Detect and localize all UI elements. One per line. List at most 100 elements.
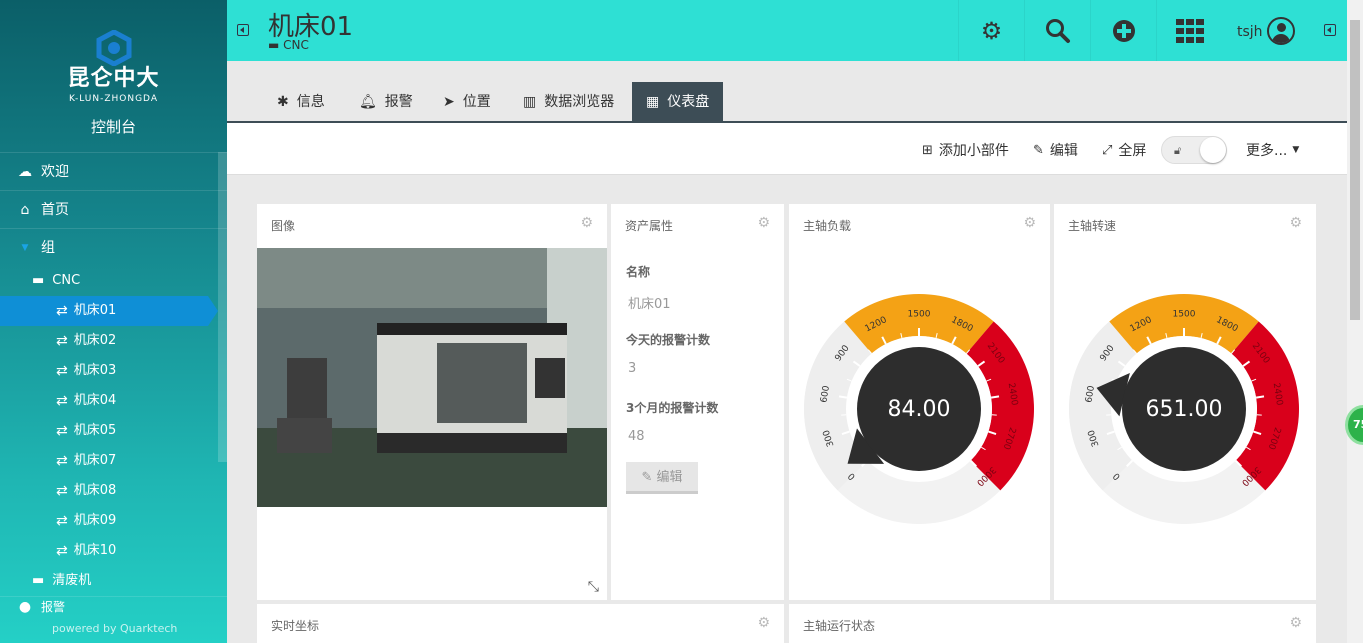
collapse-sidebar-icon[interactable] xyxy=(237,24,249,36)
exchange-icon: ⇄ xyxy=(56,513,68,529)
sidebar-item-machine-08[interactable]: ⇄ 机床08 xyxy=(0,476,227,506)
widget-spindle-speed: 主轴转速 ⚙ 0 300 600 900 1200 1500 1800 2100 2400 270… xyxy=(1054,204,1316,600)
spindle-speed-gauge: 0300600900120015001800210024002700300065… xyxy=(1069,294,1299,524)
tab-data-browser[interactable]: ▥ 数据浏览器 xyxy=(509,82,628,122)
sidebar-item-label: 机床03 xyxy=(73,363,117,378)
page-scrollbar[interactable] xyxy=(1347,0,1363,643)
scrollbar-thumb[interactable] xyxy=(1350,20,1360,320)
caret-down-icon: ▼ xyxy=(21,242,29,253)
widget-attributes: 资产属性 ⚙ 名称 机床01 今天的报警计数 3 3个月的报警计数 48 ✎ 编… xyxy=(611,204,784,600)
attr-name-label: 名称 xyxy=(626,265,651,279)
widget-image: 图像 ⚙ ⤡ xyxy=(257,204,607,600)
add-widget-button[interactable]: ⊞ 添加小部件 xyxy=(922,140,1009,160)
gear-icon[interactable]: ⚙ xyxy=(1289,215,1302,231)
sidebar-item-label: 机床04 xyxy=(73,393,117,408)
tab-alarm[interactable]: 🔔︎ 报警 xyxy=(345,82,427,122)
bar-chart-icon: ▥ xyxy=(523,94,537,110)
bell-icon: ● xyxy=(18,598,32,615)
edit-button[interactable]: ✎ 编辑 xyxy=(1033,140,1078,160)
more-dropdown[interactable]: 更多... ▼ xyxy=(1246,140,1299,160)
toolbar-label: 编辑 xyxy=(1049,143,1078,159)
gear-icon[interactable]: ⚙ xyxy=(757,615,770,631)
dashboard-toolbar: ⊞ 添加小部件 ✎ 编辑 ⤢ 全屏 🔓︎ 更多... ▼ xyxy=(227,123,1347,175)
widget-spindle-status: 主轴运行状态 ⚙ xyxy=(789,604,1316,643)
sidebar-item-label: 机床01 xyxy=(73,303,117,318)
logo[interactable]: 昆仑中大 K-LUN-ZHONGDA 控制台 xyxy=(0,0,227,152)
grid-icon: ▦ xyxy=(646,94,660,110)
exchange-icon: ⇄ xyxy=(56,363,68,379)
sidebar-item-label: 机床09 xyxy=(73,513,117,528)
user-name[interactable]: tsjh xyxy=(1237,24,1263,40)
sidebar-item-machine-03[interactable]: ⇄ 机床03 xyxy=(0,356,227,386)
search-icon xyxy=(1045,18,1070,43)
logo-text: 昆仑中大 xyxy=(67,66,160,91)
machine-photo xyxy=(257,248,607,507)
attr-alarm-today-label: 今天的报警计数 xyxy=(626,333,711,347)
location-arrow-icon: ➤ xyxy=(443,94,455,110)
sidebar-item-machine-09[interactable]: ⇄ 机床09 xyxy=(0,506,227,536)
settings-button[interactable]: ⚙ xyxy=(958,0,1024,61)
attr-alarm-3m-label: 3个月的报警计数 xyxy=(626,401,719,415)
resize-icon[interactable]: ⤡ xyxy=(588,579,599,595)
avatar-icon[interactable] xyxy=(1267,17,1295,45)
sidebar-item-label: 机床02 xyxy=(73,333,117,348)
sidebar: 昆仑中大 K-LUN-ZHONGDA 控制台 ☁ 欢迎 ⌂ 首页 ▼ 组 ▬ C… xyxy=(0,0,227,643)
sidebar-scrollbar[interactable] xyxy=(218,152,227,462)
plus-square-icon: ⊞ xyxy=(922,142,933,158)
fullscreen-button[interactable]: ⤢ 全屏 xyxy=(1102,140,1146,160)
sidebar-item-machine-07[interactable]: ⇄ 机床07 xyxy=(0,446,227,476)
tab-label: 报警 xyxy=(384,94,413,110)
sidebar-item-home[interactable]: ⌂ 首页 xyxy=(0,190,227,228)
breadcrumb-label: CNC xyxy=(283,38,309,52)
exchange-icon: ⇄ xyxy=(56,393,68,409)
widget-title: 主轴转速 xyxy=(1068,219,1117,233)
tab-location[interactable]: ➤ 位置 xyxy=(429,82,505,122)
folder-icon: ▬ xyxy=(268,38,280,52)
sidebar-item-machine-01[interactable]: ⇄ 机床01 xyxy=(0,296,218,326)
logo-subtext: K-LUN-ZHONGDA xyxy=(69,94,158,104)
gauge-tick xyxy=(1255,395,1265,399)
exchange-icon: ⇄ xyxy=(56,543,68,559)
sidebar-folder-cnc[interactable]: ▬ CNC xyxy=(0,266,227,296)
sidebar-item-label: 首页 xyxy=(41,201,69,218)
gear-icon[interactable]: ⚙ xyxy=(1289,615,1302,631)
cloud-icon: ☁ xyxy=(18,163,32,180)
folder-icon: ▬ xyxy=(32,573,45,588)
sidebar-item-label: 组 xyxy=(41,239,55,256)
attr-edit-button[interactable]: ✎ 编辑 xyxy=(626,462,698,494)
top-bar: 机床01 ▬ CNC ⚙ tsjh xyxy=(227,0,1363,61)
pencil-icon: ✎ xyxy=(1033,142,1044,158)
plus-circle-icon xyxy=(1112,19,1135,42)
breadcrumb[interactable]: ▬ CNC xyxy=(268,38,309,52)
sidebar-folder-clean[interactable]: ▬ 清废机 xyxy=(0,566,227,596)
gear-icon[interactable]: ⚙ xyxy=(580,215,593,231)
attr-name-value: 机床01 xyxy=(628,297,671,312)
sidebar-item-alarm[interactable]: ● 报警 xyxy=(0,596,227,616)
collapse-panel-icon[interactable] xyxy=(1324,24,1336,36)
attr-alarm-today-value: 3 xyxy=(628,361,637,376)
sidebar-item-group[interactable]: ▼ 组 xyxy=(0,228,227,266)
spindle-load-gauge: 0300600900120015001800210024002700300084… xyxy=(804,294,1034,524)
tab-label: 仪表盘 xyxy=(667,94,710,110)
attr-alarm-3m-value: 48 xyxy=(628,429,645,444)
lock-toggle[interactable]: 🔓︎ xyxy=(1161,136,1227,164)
tab-dashboard[interactable]: ▦ 仪表盘 xyxy=(632,82,724,122)
sidebar-item-machine-10[interactable]: ⇄ 机床10 xyxy=(0,536,227,566)
sidebar-item-label: 报警 xyxy=(41,599,66,614)
gear-icon[interactable]: ⚙ xyxy=(757,215,770,231)
asterisk-icon: ✱ xyxy=(277,94,289,110)
sidebar-item-label: 欢迎 xyxy=(41,163,69,180)
toolbar-label: 添加小部件 xyxy=(938,143,1009,159)
sidebar-item-machine-05[interactable]: ⇄ 机床05 xyxy=(0,416,227,446)
tab-info[interactable]: ✱ 信息 xyxy=(263,82,339,122)
sidebar-item-welcome[interactable]: ☁ 欢迎 xyxy=(0,152,227,190)
apps-button[interactable] xyxy=(1156,0,1222,61)
search-button[interactable] xyxy=(1024,0,1090,61)
sidebar-item-machine-04[interactable]: ⇄ 机床04 xyxy=(0,386,227,416)
console-title: 控制台 xyxy=(90,118,136,136)
gear-icon[interactable]: ⚙ xyxy=(1023,215,1036,231)
add-button[interactable] xyxy=(1090,0,1156,61)
widget-realtime-coords: 实时坐标 ⚙ xyxy=(257,604,784,643)
sidebar-item-label: CNC xyxy=(52,273,81,288)
sidebar-item-machine-02[interactable]: ⇄ 机床02 xyxy=(0,326,227,356)
